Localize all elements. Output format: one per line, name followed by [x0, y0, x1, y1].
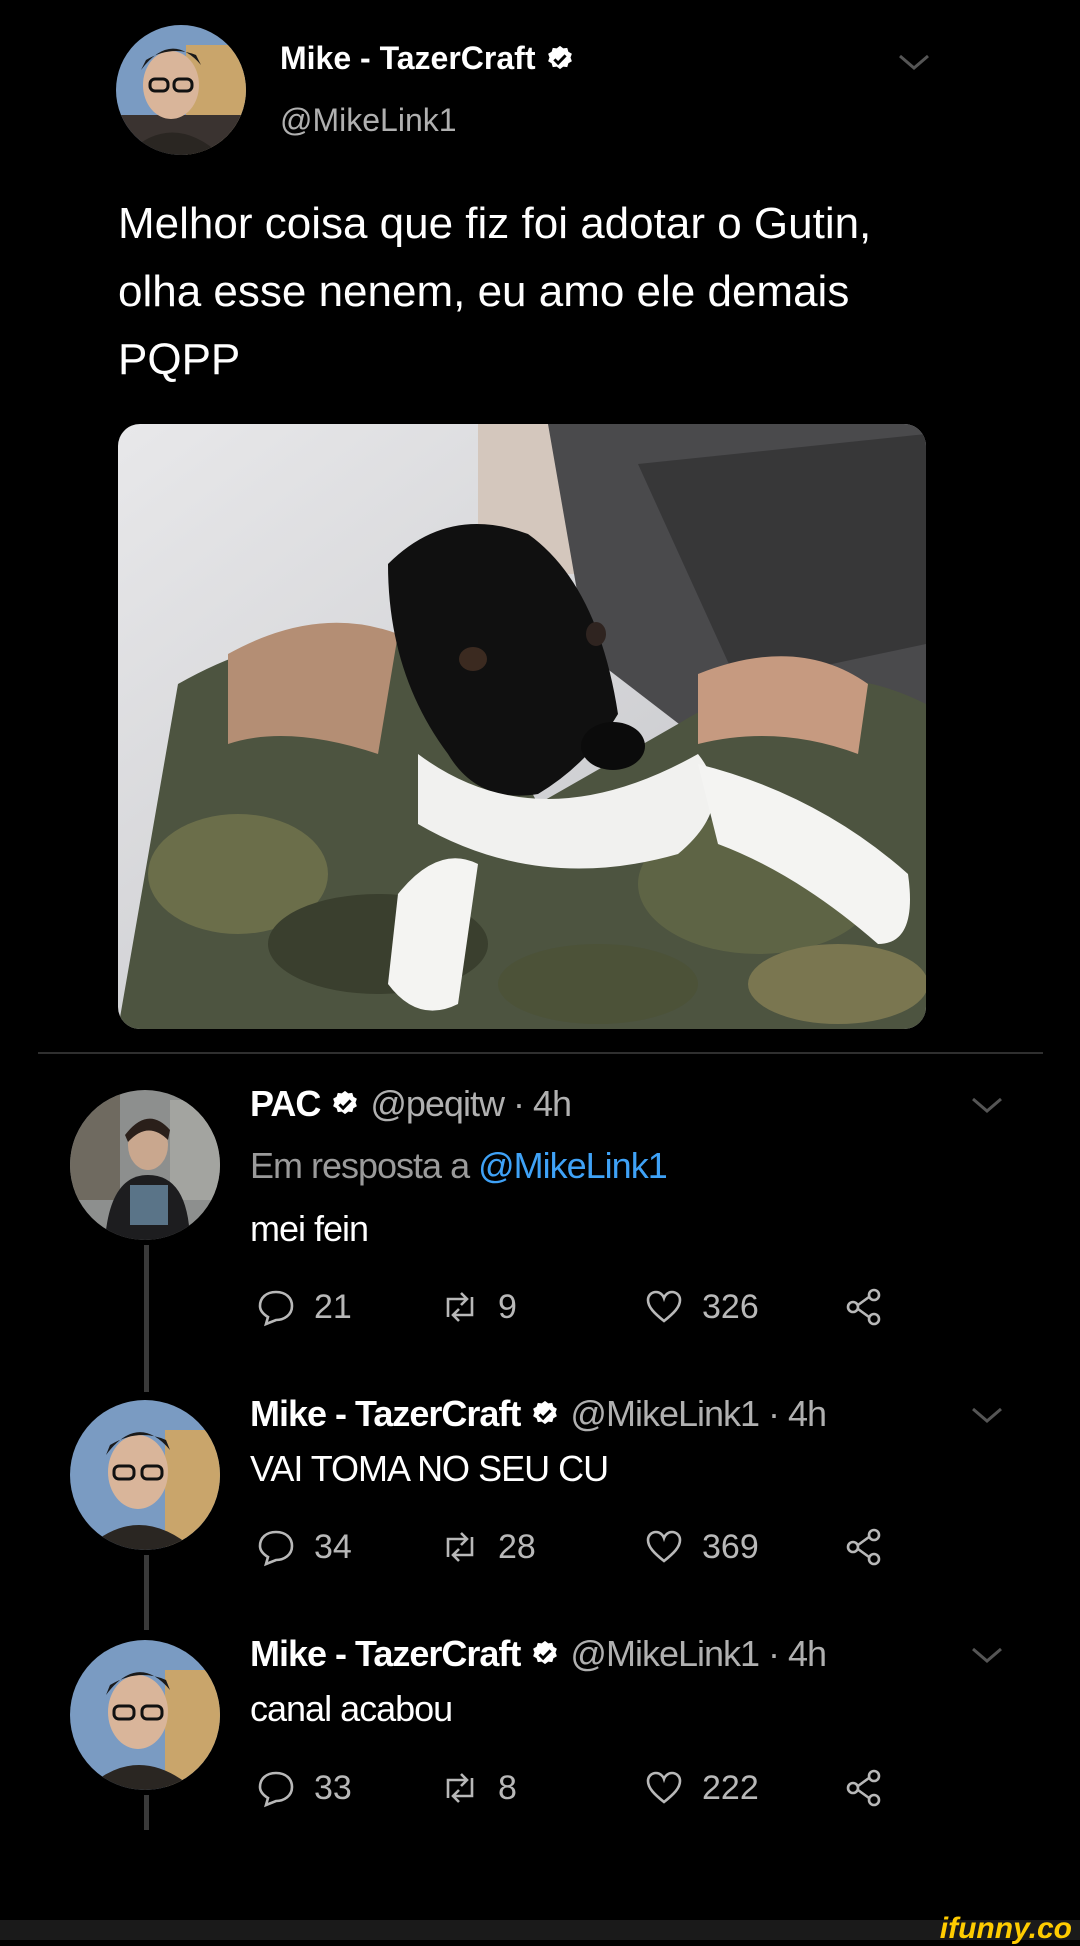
retweet-count: 28 [498, 1527, 536, 1566]
like-count: 222 [702, 1768, 759, 1807]
author-avatar[interactable] [116, 25, 246, 155]
reply-to-mention[interactable]: @MikeLink1 [478, 1145, 668, 1186]
reply-meta[interactable]: @MikeLink1 · 4h [570, 1393, 827, 1435]
like-count: 369 [702, 1527, 759, 1566]
like-button[interactable]: 369 [644, 1527, 844, 1567]
author-handle[interactable]: @MikeLink1 [280, 102, 457, 139]
reply-actions: 33 8 222 [256, 1768, 884, 1808]
like-button[interactable]: 326 [644, 1287, 844, 1327]
like-icon [646, 1771, 682, 1804]
like-icon [646, 1530, 682, 1563]
share-button[interactable] [844, 1287, 884, 1327]
like-count: 326 [702, 1287, 759, 1326]
reply-text: canal acabou [250, 1688, 453, 1729]
chevron-down-icon[interactable] [970, 1645, 1004, 1665]
chevron-down-icon[interactable] [970, 1095, 1004, 1115]
verified-badge-icon [548, 45, 573, 69]
retweet-count: 9 [498, 1287, 517, 1326]
comment-icon [258, 1771, 294, 1808]
retweet-icon [446, 1773, 474, 1803]
share-icon [846, 1528, 881, 1566]
reply-text: VAI TOMA NO SEU CU [250, 1448, 609, 1489]
retweet-icon [446, 1292, 474, 1322]
like-icon [646, 1290, 682, 1323]
thread-line [144, 1555, 149, 1630]
reply-meta[interactable]: @MikeLink1 · 4h [570, 1633, 827, 1675]
reply-actions: 21 9 326 [256, 1287, 884, 1327]
comment-button[interactable]: 34 [256, 1527, 440, 1567]
retweet-icon [446, 1532, 474, 1562]
reply-context-prefix: Em resposta a [250, 1145, 479, 1186]
reply-text: mei fein [250, 1208, 369, 1249]
reply-meta[interactable]: @peqitw · 4h [370, 1083, 572, 1125]
comment-button[interactable]: 21 [256, 1287, 440, 1327]
like-button[interactable]: 222 [644, 1768, 844, 1808]
retweet-button[interactable]: 8 [440, 1768, 644, 1808]
tweet-text: Melhor coisa que fiz foi adotar o Gutin,… [118, 199, 872, 384]
share-button[interactable] [844, 1527, 884, 1567]
author-name[interactable]: Mike - TazerCraft [280, 40, 535, 77]
share-icon [846, 1288, 881, 1326]
reply-header[interactable]: PAC @peqitw · 4h [250, 1083, 572, 1125]
divider [38, 1052, 1043, 1054]
comment-icon [258, 1290, 294, 1327]
reply-header[interactable]: Mike - TazerCraft @MikeLink1 · 4h [250, 1633, 827, 1675]
comment-button[interactable]: 33 [256, 1768, 440, 1808]
share-icon [846, 1769, 881, 1807]
verified-badge-icon [333, 1090, 358, 1115]
thread-line [144, 1795, 149, 1830]
thread-line [144, 1245, 149, 1392]
comment-count: 34 [314, 1527, 352, 1566]
ifunny-watermark: ifunny.co [939, 1912, 1072, 1945]
retweet-button[interactable]: 9 [440, 1287, 644, 1327]
reply-actions: 34 28 369 [256, 1527, 884, 1567]
comment-icon [258, 1530, 294, 1567]
tweet-photo[interactable] [118, 424, 926, 1029]
verified-badge-icon [533, 1640, 558, 1665]
share-button[interactable] [844, 1768, 884, 1808]
retweet-button[interactable]: 28 [440, 1527, 644, 1567]
reply-avatar[interactable] [70, 1090, 220, 1240]
chevron-down-icon[interactable] [970, 1405, 1004, 1425]
reply-author-name[interactable]: PAC [250, 1083, 321, 1125]
reply-avatar[interactable] [70, 1400, 220, 1550]
chevron-down-icon[interactable] [897, 52, 931, 72]
reply-header[interactable]: Mike - TazerCraft @MikeLink1 · 4h [250, 1393, 827, 1435]
comment-count: 21 [314, 1287, 352, 1326]
reply-avatar[interactable] [70, 1640, 220, 1790]
retweet-count: 8 [498, 1768, 517, 1807]
reply-context: Em resposta a @MikeLink1 [250, 1145, 668, 1187]
reply-author-name[interactable]: Mike - TazerCraft [250, 1633, 521, 1675]
reply-author-name[interactable]: Mike - TazerCraft [250, 1393, 521, 1435]
author-name-row[interactable]: Mike - TazerCraft [280, 40, 575, 77]
footer-bar [0, 1920, 1080, 1940]
comment-count: 33 [314, 1768, 352, 1807]
verified-badge-icon [533, 1400, 558, 1425]
